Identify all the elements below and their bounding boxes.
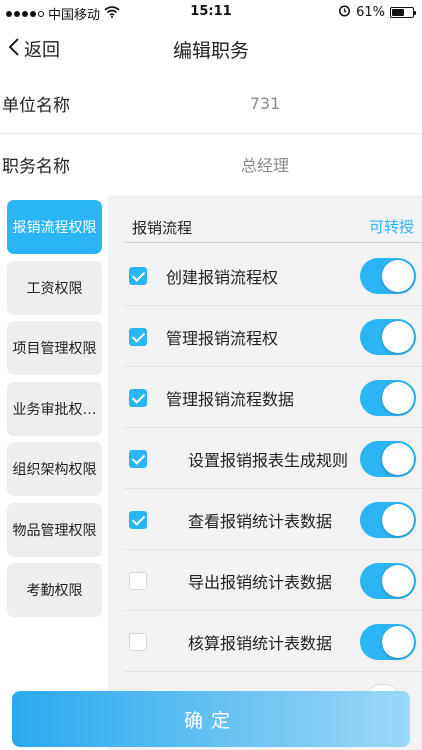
permission-toggle[interactable]	[360, 563, 416, 599]
permission-checkbox[interactable]	[129, 328, 147, 346]
permission-row: 管理报销流程数据	[124, 368, 422, 428]
position-label: 职务名称	[2, 156, 70, 177]
tab-label: 考勤权限	[26, 583, 83, 599]
permission-toggle[interactable]	[360, 624, 416, 660]
permission-checkbox[interactable]	[129, 267, 147, 285]
confirm-button[interactable]: 确定	[12, 691, 410, 747]
delegate-link[interactable]: 可转授	[369, 216, 414, 237]
unit-value: 731	[249, 93, 281, 113]
tab-label: 物品管理权限	[12, 523, 97, 539]
tab-project[interactable]: 项目管理权限	[7, 321, 102, 375]
permission-toggle[interactable]	[360, 502, 416, 538]
tab-salary[interactable]: 工资权限	[7, 261, 102, 315]
edit-position-screen: 中国移动 15:11 61% 返回 编辑职务 单位名称 731 职务名称 总经理…	[0, 0, 422, 750]
tab-attendance[interactable]: 考勤权限	[7, 563, 102, 617]
permission-category-list: 报销流程权限 工资权限 项目管理权限 业务审批权… 组织架构权限 物品管理权限 …	[0, 195, 108, 750]
tab-approval[interactable]: 业务审批权…	[7, 382, 102, 436]
status-right: 61%	[338, 4, 416, 21]
alarm-icon	[338, 4, 351, 21]
tab-organization[interactable]: 组织架构权限	[7, 442, 102, 496]
position-row[interactable]: 职务名称 总经理	[0, 134, 422, 194]
section-title: 报销流程	[132, 219, 193, 237]
permission-label: 创建报销流程权	[166, 268, 279, 287]
tab-label: 业务审批权…	[12, 402, 97, 418]
page-title: 编辑职务	[172, 40, 249, 62]
permission-checkbox[interactable]	[129, 450, 147, 468]
tab-items[interactable]: 物品管理权限	[7, 503, 102, 557]
permission-row: 设置报销报表生成规则	[124, 429, 422, 489]
confirm-label: 确定	[183, 709, 238, 732]
position-value: 总经理	[240, 156, 289, 175]
permission-label: 设置报销报表生成规则	[188, 451, 349, 470]
permission-row: 查看报销统计表数据	[124, 490, 422, 550]
permission-label: 核算报销统计表数据	[188, 634, 333, 653]
section-header: 报销流程 可转授	[124, 213, 422, 243]
permission-checkbox[interactable]	[129, 389, 147, 407]
permission-row: 管理报销流程权	[124, 307, 422, 367]
permission-panel: 报销流程 可转授 创建报销流程权 管理报销流程权 管理报销流程数据 设置报销报表…	[108, 195, 422, 750]
status-bar: 中国移动 15:11 61%	[0, 0, 422, 24]
unit-row[interactable]: 单位名称 731	[0, 73, 422, 133]
permission-label: 管理报销流程权	[166, 329, 279, 348]
permission-row: 创建报销流程权	[124, 246, 422, 306]
permission-label: 导出报销统计表数据	[188, 573, 333, 592]
permission-label: 管理报销流程数据	[166, 390, 295, 409]
permission-label: 查看报销统计表数据	[188, 512, 333, 531]
permission-toggle[interactable]	[360, 319, 416, 355]
battery-percent: 61%	[356, 5, 385, 20]
tab-label: 项目管理权限	[12, 341, 97, 357]
permission-toggle[interactable]	[360, 441, 416, 477]
permission-row: 导出报销统计表数据	[124, 551, 422, 611]
permission-checkbox[interactable]	[129, 511, 147, 529]
permission-checkbox[interactable]	[129, 633, 147, 651]
unit-label: 单位名称	[2, 95, 70, 116]
permission-checkbox[interactable]	[129, 572, 147, 590]
nav-bar: 返回 编辑职务	[0, 24, 422, 72]
tab-label: 报销流程权限	[12, 220, 97, 236]
permission-row: 核算报销统计表数据	[124, 612, 422, 672]
tab-label: 组织架构权限	[12, 462, 97, 478]
tab-label: 工资权限	[26, 281, 83, 297]
permission-toggle[interactable]	[360, 380, 416, 416]
battery-icon	[390, 7, 416, 18]
permission-toggle[interactable]	[360, 258, 416, 294]
tab-reimbursement[interactable]: 报销流程权限	[7, 200, 102, 254]
